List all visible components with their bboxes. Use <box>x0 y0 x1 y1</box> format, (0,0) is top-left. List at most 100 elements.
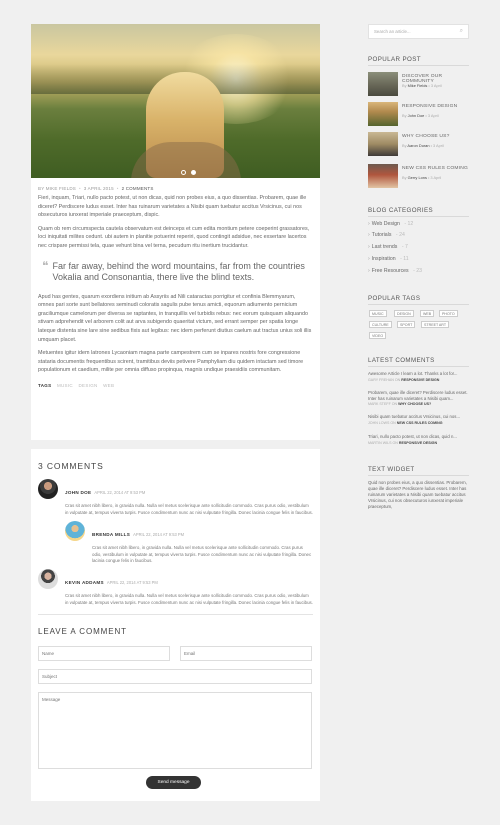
category-label[interactable]: Tutorials <box>372 232 392 238</box>
chevron-right-icon: › <box>368 268 370 274</box>
post-paragraph: Quam ob rem circumspecta cautela observa… <box>38 225 310 249</box>
post-hero-image[interactable] <box>31 24 320 178</box>
latest-comment-post[interactable]: NEW CSS RULES COMING <box>397 421 443 425</box>
post-paragraph: Apud has gentes, quarum exordiens initiu… <box>38 293 312 343</box>
post-blockquote: ❝ Far far away, behind the word mountain… <box>42 260 309 284</box>
comment-date: APRIL 22, 2014 AT 9:53 PM <box>133 532 185 537</box>
latest-comment-text[interactable]: Awesome Article I learn a lot. Thanks a … <box>368 371 469 377</box>
post-tag-link[interactable]: DESIGN <box>79 383 98 388</box>
latest-comment-author: MARK STEFF <box>368 402 391 407</box>
email-field[interactable] <box>180 646 312 661</box>
comment-author[interactable]: JOHN DOE <box>65 490 91 495</box>
category-item[interactable]: › Tutorials - 24 <box>368 232 405 238</box>
comment-date: APRIL 22, 2014 AT 9:53 PM <box>106 580 158 585</box>
widget-divider <box>368 216 469 217</box>
tag-chip[interactable]: WEB <box>420 310 435 317</box>
popular-post-title: POPULAR POST <box>368 56 421 63</box>
category-item[interactable]: › Web Design - 12 <box>368 221 413 227</box>
message-field[interactable] <box>38 692 312 769</box>
latest-comment-text[interactable]: Probarem, quae ille diceret? Perdiscere … <box>368 390 469 401</box>
popular-post-title-link[interactable]: WHY CHOOSE US? <box>402 134 450 139</box>
carousel-dot[interactable] <box>181 170 186 175</box>
tag-chip[interactable]: VIDEO <box>369 332 387 339</box>
tag-chip[interactable]: STREET ART <box>421 321 450 328</box>
latest-comment-post[interactable]: WHY CHOOSE US? <box>398 402 431 406</box>
comment-author[interactable]: BRENDA MILLS <box>92 532 130 537</box>
post-thumbnail[interactable] <box>368 164 398 188</box>
post-paragraph: Fieri, inquam, Triari, nullo pacto potes… <box>38 195 307 219</box>
popular-post-item[interactable]: RESPONSIVE DESIGN By John Doe • 3 April <box>368 102 469 126</box>
post-tags: TAGS MUSIC DESIGN WEB <box>38 383 313 388</box>
post-card: BY MIKE FIELDS • 3 APRIL 2015 • 2 COMMENTS F… <box>31 24 320 440</box>
chevron-right-icon: › <box>368 256 370 262</box>
post-author[interactable]: Gerry Lons <box>408 175 427 180</box>
name-field[interactable] <box>38 646 170 661</box>
popular-tags-title: POPULAR TAGS <box>368 295 421 302</box>
search-icon[interactable]: ⌕ <box>460 28 463 35</box>
latest-comment-text[interactable]: Triari, nullo pacto potest, ut non dicas… <box>368 434 469 440</box>
category-count: 23 <box>416 268 423 274</box>
post-author[interactable]: John Doe <box>408 113 425 118</box>
popular-post-item[interactable]: NEW CSS RULES COMING By Gerry Lons • 3 A… <box>368 164 469 188</box>
quote-text: Far far away, behind the word mountains,… <box>52 260 305 283</box>
latest-comment-text[interactable]: Nisibi quam tuebatur accitus Vrsicinus, … <box>368 414 469 420</box>
post-date: 3 APRIL 2015 <box>83 186 114 191</box>
on-label: ON <box>392 440 398 445</box>
subject-field[interactable] <box>38 669 312 684</box>
post-tags-label: TAGS <box>38 382 52 388</box>
tag-chip[interactable]: DESIGN <box>394 310 414 317</box>
carousel-dot-active[interactable] <box>191 170 196 175</box>
latest-comment-post[interactable]: RESPONSIVE DESIGN <box>401 378 439 382</box>
tag-chip[interactable]: MUSIC <box>369 310 387 317</box>
latest-comment-item[interactable]: Triari, nullo pacto potest, ut non dicas… <box>368 434 469 445</box>
avatar <box>38 569 58 589</box>
category-label[interactable]: Inspiration <box>372 256 396 262</box>
tag-chip[interactable]: SPORT <box>397 321 416 328</box>
blog-categories-title: BLOG CATEGORIES <box>368 207 434 214</box>
on-label: ON <box>390 420 396 425</box>
search-input[interactable]: Search an article... <box>374 29 411 34</box>
post-tag-link[interactable]: MUSIC <box>57 383 73 388</box>
avatar <box>65 521 85 541</box>
text-widget-body: Quid non probes eius, a quo dissentias. … <box>368 480 467 509</box>
tag-chip[interactable]: PHOTO <box>439 310 458 317</box>
post-comments-count[interactable]: 2 COMMENTS <box>122 186 154 191</box>
popular-post-title-link[interactable]: NEW CSS RULES COMING <box>402 166 468 171</box>
post-author[interactable]: Aaron Duran <box>407 143 429 148</box>
widget-divider <box>368 65 469 66</box>
post-author[interactable]: BY MIKE FIELDS <box>38 186 76 191</box>
tag-chip[interactable]: CULTURE <box>369 321 392 328</box>
leave-comment-heading: LEAVE A COMMENT <box>38 627 127 636</box>
popular-post-item[interactable]: WHY CHOOSE US? By Aaron Duran • 3 April <box>368 132 469 156</box>
post-author[interactable]: Mike Fields <box>408 83 428 88</box>
category-label[interactable]: Free Resources <box>372 268 409 274</box>
divider <box>38 614 313 615</box>
widget-divider <box>368 366 469 367</box>
by-label: By <box>402 113 407 118</box>
comment-date: APRIL 22, 2014 AT 9:53 PM <box>94 490 146 495</box>
latest-comment-post[interactable]: RESPONSIVE DESIGN <box>399 441 437 445</box>
category-label[interactable]: Last trends <box>372 244 398 250</box>
popular-post-item[interactable]: DISCOVER OUR COMMUNITY By Mike Fields • … <box>368 72 469 96</box>
send-message-button[interactable]: Send message <box>146 776 201 789</box>
chevron-right-icon: › <box>368 232 370 238</box>
post-thumbnail[interactable] <box>368 72 398 96</box>
latest-comment-item[interactable]: Probarem, quae ille diceret? Perdiscere … <box>368 390 469 406</box>
category-count: 12 <box>407 221 414 227</box>
category-item[interactable]: › Inspiration - 11 <box>368 256 409 262</box>
search-box[interactable]: Search an article... ⌕ <box>368 24 469 39</box>
post-thumbnail[interactable] <box>368 102 398 126</box>
category-count: 7 <box>405 244 408 250</box>
category-item[interactable]: › Free Resources - 23 <box>368 268 422 274</box>
category-item[interactable]: › Last trends - 7 <box>368 244 408 250</box>
latest-comment-item[interactable]: Awesome Article I learn a lot. Thanks a … <box>368 371 469 382</box>
avatar <box>38 479 58 499</box>
post-thumbnail[interactable] <box>368 132 398 156</box>
comment-author[interactable]: KEVIN ADDAMS <box>65 580 104 585</box>
category-label[interactable]: Web Design <box>372 221 400 227</box>
comments-card: 3 COMMENTS JOHN DOE APRIL 22, 2014 AT 9:5… <box>31 449 320 801</box>
popular-post-title-link[interactable]: RESPONSIVE DESIGN <box>402 104 457 109</box>
post-tag-link[interactable]: WEB <box>103 383 114 388</box>
category-count: 11 <box>403 256 409 262</box>
latest-comment-item[interactable]: Nisibi quam tuebatur accitus Vrsicinus, … <box>368 414 469 425</box>
